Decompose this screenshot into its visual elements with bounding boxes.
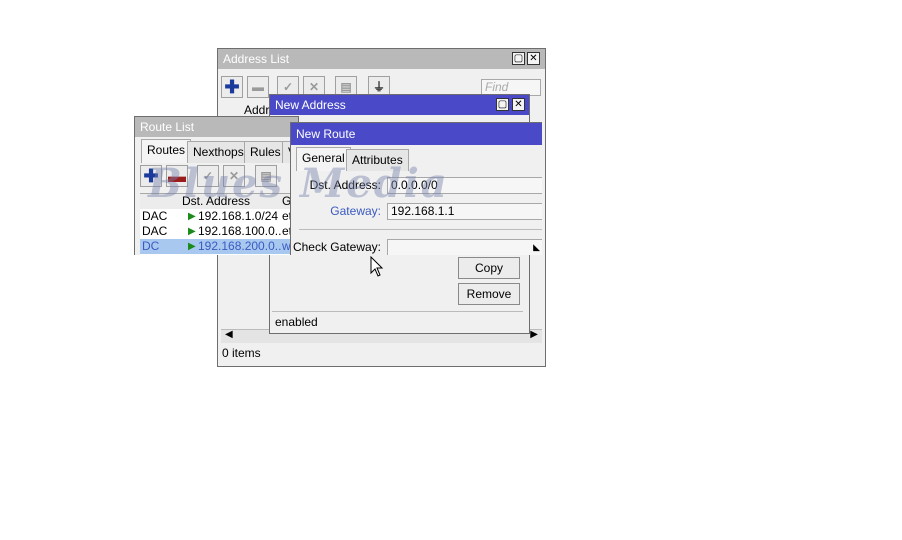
row-dst: 192.168.200.0... bbox=[198, 239, 282, 253]
row-dst: 192.168.100.0... bbox=[198, 224, 282, 238]
flag-icon: ▶ bbox=[188, 241, 196, 252]
remove-button[interactable]: ▬ bbox=[247, 76, 269, 98]
maximize-button[interactable]: ▢ bbox=[496, 98, 509, 111]
flag-icon: ▶ bbox=[188, 226, 196, 237]
tab-general[interactable]: General bbox=[296, 147, 351, 171]
table-row[interactable]: DAC ▶ 192.168.1.0/24 et bbox=[140, 209, 298, 224]
tab-nexthops[interactable]: Nexthops bbox=[187, 141, 250, 163]
route-list-titlebar[interactable]: Route List bbox=[135, 117, 298, 137]
row-flags: DC bbox=[142, 239, 160, 253]
row-flags: DAC bbox=[142, 224, 168, 238]
check-gateway-label: Check Gateway: bbox=[292, 240, 381, 254]
mouse-cursor-icon bbox=[370, 256, 384, 277]
divider bbox=[299, 229, 542, 230]
table-row-selected[interactable]: DC ▶ 192.168.200.0... wl bbox=[140, 239, 298, 254]
check-gateway-select[interactable]: ◣ bbox=[387, 239, 542, 255]
route-table: Dst. Address G DAC ▶ 192.168.1.0/24 et D… bbox=[140, 193, 298, 255]
new-address-titlebar[interactable]: New Address bbox=[270, 95, 529, 115]
route-list-window[interactable]: Route List Routes Nexthops Rules V ✚ ▬ ✓… bbox=[134, 116, 299, 255]
copy-button[interactable]: Copy bbox=[458, 257, 520, 279]
maximize-button[interactable]: ▢ bbox=[512, 52, 525, 65]
row-flags: DAC bbox=[142, 209, 168, 223]
close-button[interactable]: ✕ bbox=[527, 52, 540, 65]
scroll-left-icon[interactable]: ◀ bbox=[225, 329, 233, 340]
disable-button[interactable]: ✕ bbox=[223, 165, 245, 187]
new-route-titlebar[interactable]: New Route bbox=[291, 123, 542, 145]
tab-attributes[interactable]: Attributes bbox=[346, 149, 409, 171]
close-button[interactable]: ✕ bbox=[512, 98, 525, 111]
tab-rules[interactable]: Rules bbox=[244, 141, 287, 163]
dst-address-input[interactable]: 0.0.0.0/0 bbox=[387, 177, 542, 194]
comment-button[interactable]: ▤ bbox=[255, 165, 277, 187]
tab-routes[interactable]: Routes bbox=[141, 139, 192, 163]
add-button[interactable]: ✚ bbox=[140, 165, 162, 187]
gateway-input[interactable]: 192.168.1.1 bbox=[387, 203, 542, 220]
enable-button[interactable]: ✓ bbox=[197, 165, 219, 187]
table-header: Dst. Address G bbox=[140, 194, 298, 209]
add-button[interactable]: ✚ bbox=[221, 76, 243, 98]
new-route-window[interactable]: New Route General Attributes Dst. Addres… bbox=[290, 122, 542, 255]
gateway-label: Gateway: bbox=[330, 204, 381, 218]
scroll-right-icon[interactable]: ▶ bbox=[530, 329, 538, 340]
status-bar: 0 items bbox=[222, 346, 261, 360]
address-list-titlebar[interactable]: Address List bbox=[218, 49, 545, 69]
flag-icon: ▶ bbox=[188, 211, 196, 222]
row-dst: 192.168.1.0/24 bbox=[198, 209, 279, 223]
dst-address-label: Dst. Address: bbox=[309, 178, 381, 192]
status-enabled: enabled bbox=[272, 311, 523, 332]
table-row[interactable]: DAC ▶ 192.168.100.0... et bbox=[140, 224, 298, 239]
remove-button[interactable]: ▬ bbox=[166, 165, 188, 187]
column-dst-address[interactable]: Dst. Address bbox=[182, 194, 278, 209]
dropdown-icon[interactable]: ◣ bbox=[533, 240, 540, 255]
remove-button[interactable]: Remove bbox=[458, 283, 520, 305]
